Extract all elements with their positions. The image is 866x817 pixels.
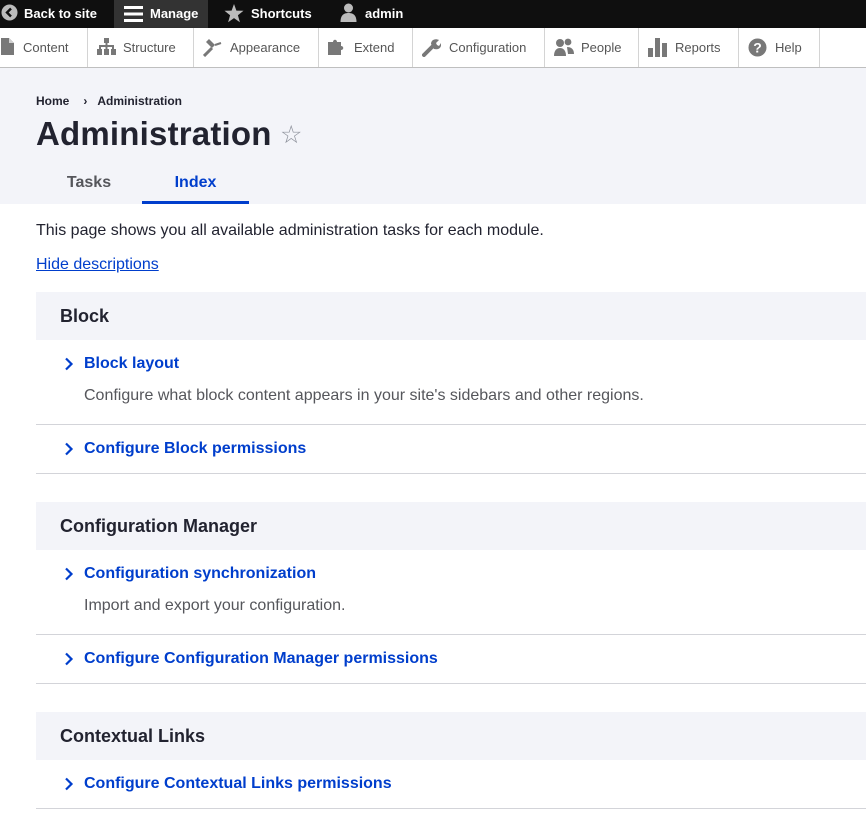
- manage-label: Manage: [150, 6, 199, 21]
- divider: [36, 634, 866, 635]
- menu-item-label: Appearance: [230, 40, 301, 55]
- hide-descriptions-link[interactable]: Hide descriptions: [36, 255, 159, 275]
- chevron-right-icon: [64, 567, 74, 586]
- admin-toolbar: Back to site Manage Shortcuts admin: [0, 0, 866, 28]
- menu-item-configuration[interactable]: Configuration: [413, 28, 545, 67]
- section-title: Contextual Links: [60, 726, 206, 746]
- menu-item-label: Structure: [123, 40, 176, 55]
- section-header-configuration-manager: Configuration Manager: [36, 502, 866, 550]
- menu-item-people[interactable]: People: [545, 28, 639, 67]
- menu-item-label: Extend: [354, 40, 395, 55]
- add-shortcut-star-icon[interactable]: ☆: [280, 122, 302, 148]
- divider: [36, 808, 866, 809]
- section-title: Configuration Manager: [60, 516, 257, 536]
- breadcrumb: Home › Administration: [36, 94, 182, 108]
- menu-item-reports[interactable]: Reports: [639, 28, 739, 67]
- puzzle-icon: [328, 38, 347, 62]
- star-icon: [224, 4, 244, 23]
- menu-item-content[interactable]: Content: [0, 28, 88, 67]
- people-icon: [554, 38, 574, 62]
- breadcrumb-home-link[interactable]: Home: [36, 94, 69, 108]
- section-header-block: Block: [36, 292, 866, 340]
- admin-menu-tray: Content Structure Appearance Extend Conf…: [0, 28, 866, 68]
- svg-text:?: ?: [753, 40, 762, 56]
- link-text: Block layout: [84, 355, 180, 372]
- help-icon: ?: [748, 38, 767, 62]
- menu-item-appearance[interactable]: Appearance: [194, 28, 319, 67]
- paint-roller-icon: [202, 38, 222, 62]
- breadcrumb-current: Administration: [97, 94, 183, 108]
- divider: [36, 683, 866, 684]
- back-arrow-icon: [1, 4, 18, 21]
- manage-tab[interactable]: Manage: [114, 0, 208, 28]
- item-description: Import and export your configuration.: [84, 597, 346, 614]
- menu-item-label: Help: [775, 40, 802, 55]
- menu-item-label: Content: [23, 40, 69, 55]
- menu-item-label: People: [581, 40, 622, 55]
- user-label: admin: [365, 6, 404, 21]
- link-text: Configuration synchronization: [84, 565, 316, 582]
- bar-chart-icon: [648, 38, 667, 62]
- breadcrumb-separator: ›: [83, 94, 88, 108]
- page-title: Administration: [36, 115, 272, 152]
- tab-index[interactable]: Index: [142, 164, 249, 204]
- file-icon: [1, 38, 14, 60]
- user-tab[interactable]: admin: [336, 0, 416, 28]
- link-text: Configure Configuration Manager permissi…: [84, 650, 438, 667]
- item-description: Configure what block content appears in …: [84, 387, 644, 404]
- link-text: Configure Contextual Links permissions: [84, 775, 392, 792]
- chevron-right-icon: [64, 442, 74, 461]
- menu-item-help[interactable]: ? Help: [739, 28, 820, 67]
- menu-item-structure[interactable]: Structure: [88, 28, 194, 67]
- divider: [36, 424, 866, 425]
- back-to-site-label: Back to site: [24, 6, 97, 21]
- section-header-contextual-links: Contextual Links: [36, 712, 866, 760]
- divider: [36, 473, 866, 474]
- shortcuts-tab[interactable]: Shortcuts: [222, 0, 324, 28]
- intro-text: This page shows you all available admini…: [36, 222, 544, 239]
- sitemap-icon: [97, 38, 116, 60]
- tab-tasks[interactable]: Tasks: [36, 164, 142, 204]
- wrench-icon: [422, 38, 442, 62]
- back-to-site-link[interactable]: Back to site: [0, 0, 112, 28]
- menu-item-label: Reports: [675, 40, 721, 55]
- user-icon: [340, 3, 357, 22]
- hamburger-icon: [124, 6, 143, 22]
- menu-item-extend[interactable]: Extend: [319, 28, 413, 67]
- chevron-right-icon: [64, 777, 74, 796]
- chevron-right-icon: [64, 652, 74, 671]
- link-text: Configure Block permissions: [84, 440, 307, 457]
- menu-item-label: Configuration: [449, 40, 527, 55]
- shortcuts-label: Shortcuts: [251, 6, 312, 21]
- page-header: Home › Administration Administration ☆ Tas…: [0, 68, 866, 204]
- section-title: Block: [60, 306, 110, 326]
- chevron-right-icon: [64, 357, 74, 376]
